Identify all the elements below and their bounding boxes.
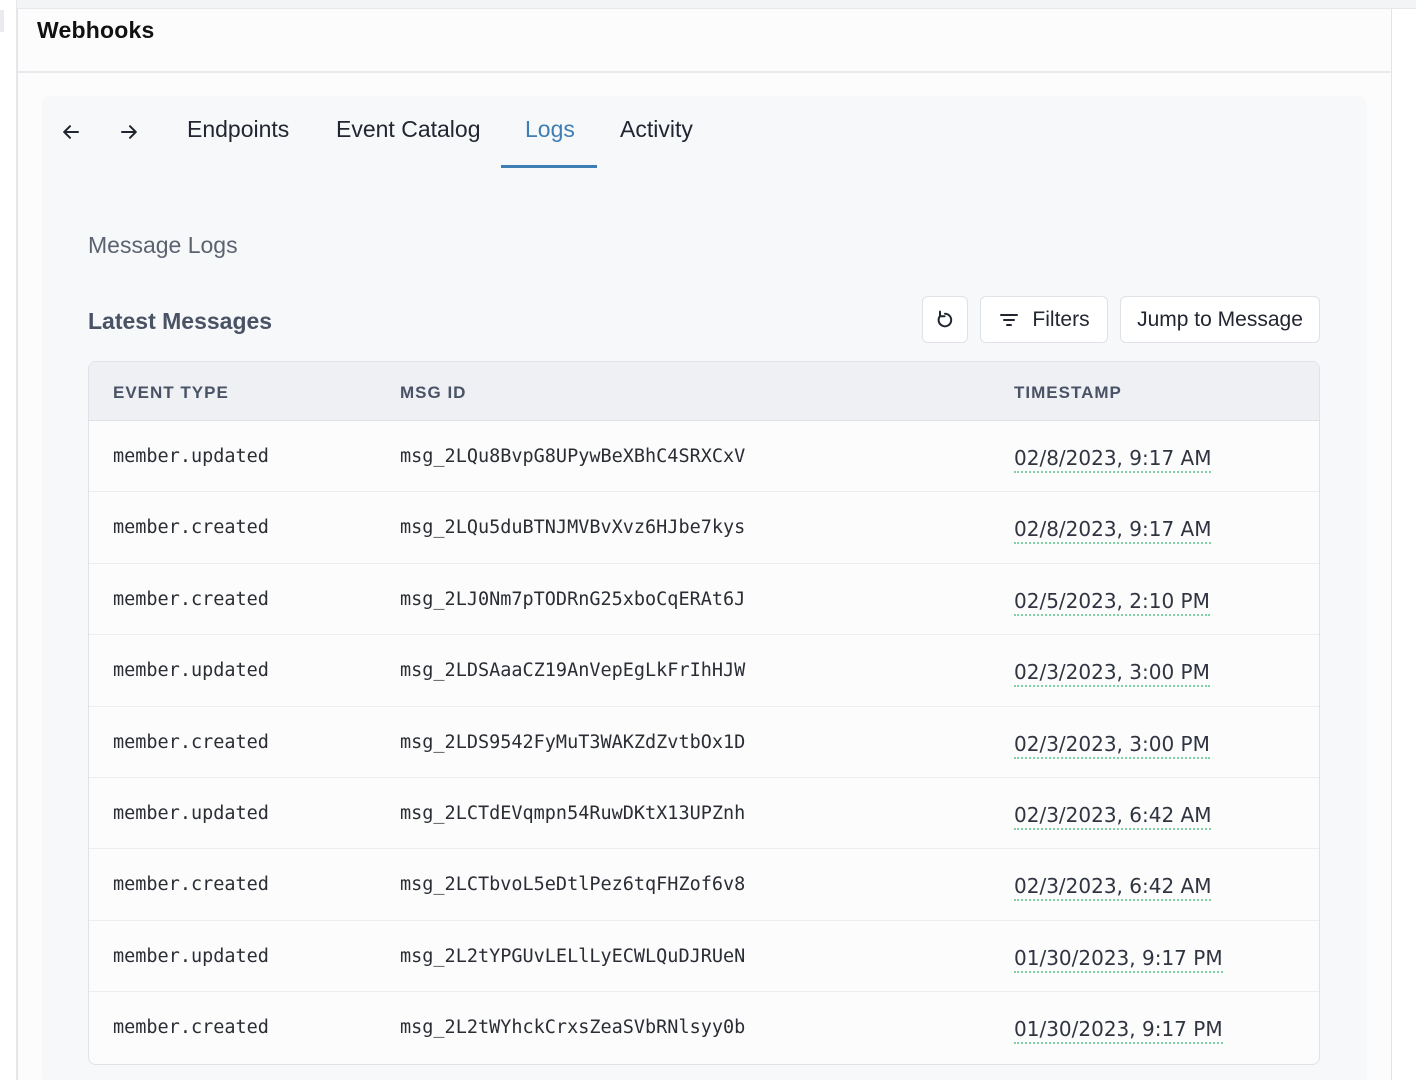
- event-type-cell: member.updated: [113, 945, 269, 967]
- timestamp-cell[interactable]: 01/30/2023, 9:17 PM: [1014, 1017, 1223, 1045]
- timestamp-cell[interactable]: 02/8/2023, 9:17 AM: [1014, 446, 1212, 473]
- table-body: member.updated msg_2LQu8BvpG8UPywBeXBhC4S…: [89, 421, 1319, 1064]
- msg-id-cell[interactable]: msg_2L2tWYhckCrxsZeaSVbRNlsyy0b: [400, 1017, 745, 1038]
- left-sidebar-strip: [0, 0, 17, 1080]
- table-row[interactable]: member.created msg_2LDS9542FyMuT3WAKZdZvt…: [89, 707, 1319, 778]
- jump-to-message-button[interactable]: Jump to Message: [1120, 296, 1320, 343]
- table-row[interactable]: member.updated msg_2LQu8BvpG8UPywBeXBhC4S…: [89, 421, 1319, 493]
- arrow-right-icon: [121, 125, 137, 139]
- active-tab-indicator: [501, 165, 597, 168]
- msg-id-cell[interactable]: msg_2LJ0Nm7pTODRnG25xboCqERAt6J: [400, 589, 745, 610]
- msg-id-cell[interactable]: msg_2LDS9542FyMuT3WAKZdZvtbOx1D: [400, 732, 745, 753]
- page-heading: Message Logs: [88, 232, 238, 258]
- msg-id-cell[interactable]: msg_2LQu5duBTNJMVBvXvz6HJbe7kys: [400, 517, 745, 538]
- table-row[interactable]: member.created msg_2L2tWYhckCrxsZeaSVbRNl…: [89, 992, 1319, 1063]
- sidebar-notch: [0, 10, 4, 32]
- timestamp-cell[interactable]: 02/3/2023, 3:00 PM: [1014, 732, 1210, 759]
- filters-label: Filters: [1032, 307, 1090, 331]
- timestamp-cell[interactable]: 02/5/2023, 2:10 PM: [1014, 589, 1210, 616]
- timestamp-cell[interactable]: 02/3/2023, 3:00 PM: [1014, 660, 1210, 688]
- msg-id-cell[interactable]: msg_2LQu8BvpG8UPywBeXBhC4SRXCxV: [400, 446, 745, 467]
- timestamp-cell[interactable]: 02/3/2023, 6:42 AM: [1014, 874, 1212, 902]
- msg-id-cell[interactable]: msg_2L2tYPGUvLELlLyECWLQuDJRUeN: [400, 946, 745, 967]
- filters-button[interactable]: Filters: [980, 296, 1108, 343]
- event-type-cell: member.updated: [113, 446, 269, 467]
- event-type-cell: member.updated: [113, 802, 269, 824]
- event-type-cell: member.created: [113, 874, 269, 896]
- table-row[interactable]: member.updated msg_2LCTdEVqmpn54RuwDKtX13…: [89, 778, 1319, 850]
- arrow-left-icon: [63, 125, 79, 139]
- refresh-button[interactable]: [922, 296, 968, 343]
- tab-logs[interactable]: Logs: [525, 116, 575, 143]
- column-header-msg-id: MSG ID: [400, 383, 467, 402]
- event-type-cell: member.created: [113, 1017, 269, 1039]
- tab-activity[interactable]: Activity: [620, 116, 693, 143]
- msg-id-cell[interactable]: msg_2LCTdEVqmpn54RuwDKtX13UPZnh: [400, 803, 745, 824]
- tab-endpoints[interactable]: Endpoints: [187, 116, 289, 143]
- message-logs-table: EVENT TYPE MSG ID TIMESTAMP member.updat…: [88, 361, 1320, 1065]
- webhooks-card: Webhooks Endpoints Event Catalog Logs Ac…: [17, 9, 1392, 1080]
- column-header-event-type: EVENT TYPE: [113, 383, 229, 402]
- table-row[interactable]: member.updated msg_2LDSAaaCZ19AnVepEgLkFr…: [89, 635, 1319, 707]
- msg-id-cell[interactable]: msg_2LCTbvoL5eDtlPez6tqFHZof6v8: [400, 874, 745, 895]
- event-type-cell: member.updated: [113, 660, 269, 682]
- timestamp-cell[interactable]: 02/8/2023, 9:17 AM: [1014, 517, 1212, 545]
- section-title: Latest Messages: [88, 308, 273, 334]
- table-row[interactable]: member.created msg_2LJ0Nm7pTODRnG25xboCqE…: [89, 564, 1319, 636]
- filter-icon: [1000, 313, 1019, 326]
- forward-button[interactable]: [116, 119, 142, 145]
- refresh-icon: [937, 310, 953, 327]
- timestamp-cell[interactable]: 01/30/2023, 9:17 PM: [1014, 946, 1223, 973]
- table-row[interactable]: member.updated msg_2L2tYPGUvLELlLyECWLQuD…: [89, 921, 1319, 993]
- back-button[interactable]: [58, 119, 84, 145]
- event-type-cell: member.created: [113, 588, 269, 610]
- tab-event-catalog[interactable]: Event Catalog: [336, 116, 480, 143]
- table-header: EVENT TYPE MSG ID TIMESTAMP: [89, 362, 1319, 421]
- right-gutter: [1392, 9, 1416, 1080]
- event-type-cell: member.created: [113, 731, 269, 753]
- msg-id-cell[interactable]: msg_2LDSAaaCZ19AnVepEgLkFrIhHJW: [400, 660, 745, 681]
- event-type-cell: member.created: [113, 517, 269, 539]
- page-title: Webhooks: [37, 17, 155, 43]
- timestamp-cell[interactable]: 02/3/2023, 6:42 AM: [1014, 803, 1212, 830]
- column-header-timestamp: TIMESTAMP: [1014, 383, 1122, 402]
- webhooks-portal-panel: Endpoints Event Catalog Logs Activity Me…: [42, 96, 1367, 1080]
- table-row[interactable]: member.created msg_2LQu5duBTNJMVBvXvz6HJb…: [89, 492, 1319, 564]
- header-divider: [18, 71, 1391, 73]
- table-row[interactable]: member.created msg_2LCTbvoL5eDtlPez6tqFHZ…: [89, 849, 1319, 921]
